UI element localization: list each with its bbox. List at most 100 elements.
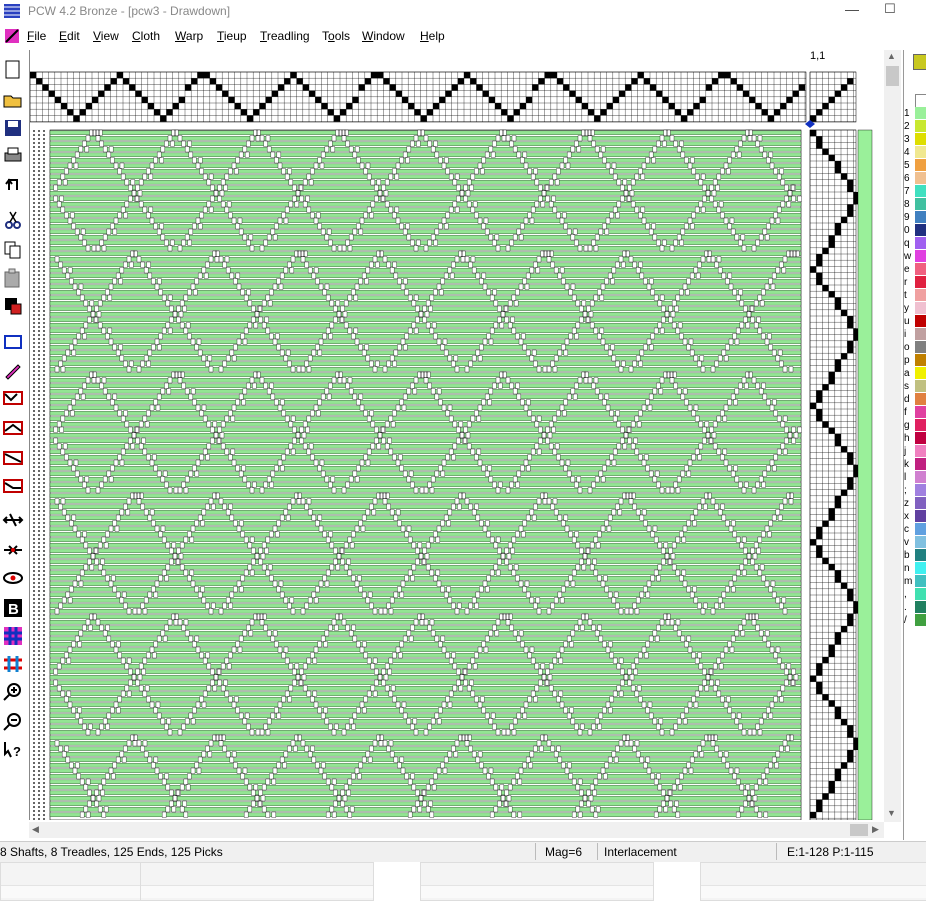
palette-entry[interactable]: ;	[904, 484, 926, 497]
palette-swatch[interactable]	[915, 419, 926, 431]
palette-swatch[interactable]	[915, 549, 926, 561]
palette-entry[interactable]: y	[904, 302, 926, 315]
zoom-in-tool-button[interactable]	[1, 680, 25, 704]
palette-swatch[interactable]	[915, 328, 926, 340]
drawdown-canvas[interactable]: 1,1	[29, 50, 885, 821]
palette-entry[interactable]: x	[904, 510, 926, 523]
palette-swatch[interactable]	[915, 146, 926, 158]
palette-swatch[interactable]	[915, 536, 926, 548]
palette-swatch[interactable]	[915, 484, 926, 496]
palette-swatch[interactable]	[915, 198, 926, 210]
palette-entry[interactable]: l	[904, 471, 926, 484]
open-folder-tool-button[interactable]	[1, 88, 25, 112]
palette-entry[interactable]: t	[904, 289, 926, 302]
palette-swatch[interactable]	[915, 250, 926, 262]
cut-tool-button[interactable]	[1, 208, 25, 232]
palette-swatch[interactable]	[915, 471, 926, 483]
palette-entry[interactable]: 7	[904, 185, 926, 198]
palette-entry[interactable]: g	[904, 419, 926, 432]
task-preview[interactable]	[420, 862, 654, 901]
palette-swatch[interactable]	[915, 237, 926, 249]
new-file-tool-button[interactable]	[1, 58, 25, 82]
task-preview[interactable]	[700, 862, 926, 901]
pencil-tool-button[interactable]	[1, 358, 25, 382]
palette-entry[interactable]: a	[904, 367, 926, 380]
eye-tool-button[interactable]	[1, 566, 25, 590]
minimize-button[interactable]: —	[840, 1, 864, 21]
copy-tool-button[interactable]	[1, 238, 25, 262]
menu-file[interactable]: File	[27, 29, 46, 43]
task-preview[interactable]	[140, 862, 374, 901]
palette-swatch[interactable]	[915, 497, 926, 509]
menu-warp[interactable]: Warp	[175, 29, 203, 43]
palette-swatch[interactable]	[915, 120, 926, 132]
palette-swatch[interactable]	[915, 159, 926, 171]
palette-entry[interactable]: k	[904, 458, 926, 471]
palette-entry[interactable]: 9	[904, 211, 926, 224]
palette-entry[interactable]: 1	[904, 107, 926, 120]
palette-swatch[interactable]	[915, 224, 926, 236]
palette-entry[interactable]: e	[904, 263, 926, 276]
palette-entry[interactable]: h	[904, 432, 926, 445]
palette-entry[interactable]: q	[904, 237, 926, 250]
help-pointer-tool-button[interactable]: ?	[1, 738, 25, 762]
palette-swatch[interactable]	[915, 315, 926, 327]
menu-tieup[interactable]: Tieup	[217, 29, 247, 43]
palette-entry[interactable]: u	[904, 315, 926, 328]
palette-entry[interactable]: c	[904, 523, 926, 536]
palette-entry[interactable]: 2	[904, 120, 926, 133]
palette-entry[interactable]	[904, 94, 926, 108]
current-color-swatch[interactable]	[913, 54, 926, 70]
palette-swatch[interactable]	[915, 562, 926, 574]
palette-swatch[interactable]	[915, 393, 926, 405]
color-swap-tool-button[interactable]	[1, 294, 25, 318]
paste-tool-button[interactable]	[1, 266, 25, 290]
palette-swatch[interactable]	[915, 458, 926, 470]
palette-swatch[interactable]	[915, 172, 926, 184]
palette-swatch[interactable]	[915, 354, 926, 366]
menu-edit[interactable]: Edit	[59, 29, 80, 43]
palette-entry[interactable]: 6	[904, 172, 926, 185]
palette-swatch[interactable]	[915, 575, 926, 587]
threading-3-tool-button[interactable]	[1, 446, 25, 470]
menu-cloth[interactable]: Cloth	[132, 29, 160, 43]
flip-horizontal-tool-button[interactable]	[1, 508, 25, 532]
palette-entry[interactable]: b	[904, 549, 926, 562]
palette-swatch[interactable]	[915, 445, 926, 457]
menu-help[interactable]: Help	[420, 29, 445, 43]
palette-entry[interactable]: 8	[904, 198, 926, 211]
palette-entry[interactable]: j	[904, 445, 926, 458]
palette-entry[interactable]: 5	[904, 159, 926, 172]
palette-entry[interactable]: o	[904, 341, 926, 354]
undo-tool-button[interactable]	[1, 172, 25, 196]
scroll-left-button[interactable]: ◀	[32, 824, 39, 835]
palette-swatch[interactable]	[915, 94, 926, 108]
palette-entry[interactable]: f	[904, 406, 926, 419]
palette-swatch[interactable]	[915, 289, 926, 301]
vertical-scrollbar[interactable]: ▲ ▼	[884, 50, 901, 822]
palette-entry[interactable]: v	[904, 536, 926, 549]
palette-entry[interactable]: w	[904, 250, 926, 263]
palette-entry[interactable]: 3	[904, 133, 926, 146]
palette-swatch[interactable]	[915, 263, 926, 275]
document-icon[interactable]	[4, 28, 20, 44]
horizontal-scroll-thumb[interactable]	[850, 824, 868, 836]
draft-svg[interactable]	[29, 50, 885, 821]
palette-entry[interactable]: s	[904, 380, 926, 393]
palette-entry[interactable]: .	[904, 601, 926, 614]
palette-swatch[interactable]	[915, 302, 926, 314]
palette-swatch[interactable]	[915, 523, 926, 535]
palette-entry[interactable]: p	[904, 354, 926, 367]
bold-b-tool-button[interactable]: B	[1, 596, 25, 620]
select-rect-tool-button[interactable]	[1, 330, 25, 354]
palette-swatch[interactable]	[915, 107, 926, 119]
interlace-tool-button[interactable]	[1, 652, 25, 676]
threading-1-tool-button[interactable]	[1, 386, 25, 410]
palette-entry[interactable]: d	[904, 393, 926, 406]
palette-entry[interactable]: z	[904, 497, 926, 510]
palette-entry[interactable]: i	[904, 328, 926, 341]
palette-swatch[interactable]	[915, 276, 926, 288]
vertical-scroll-thumb[interactable]	[886, 66, 899, 86]
palette-swatch[interactable]	[915, 211, 926, 223]
maximize-button[interactable]: ☐	[878, 1, 902, 21]
